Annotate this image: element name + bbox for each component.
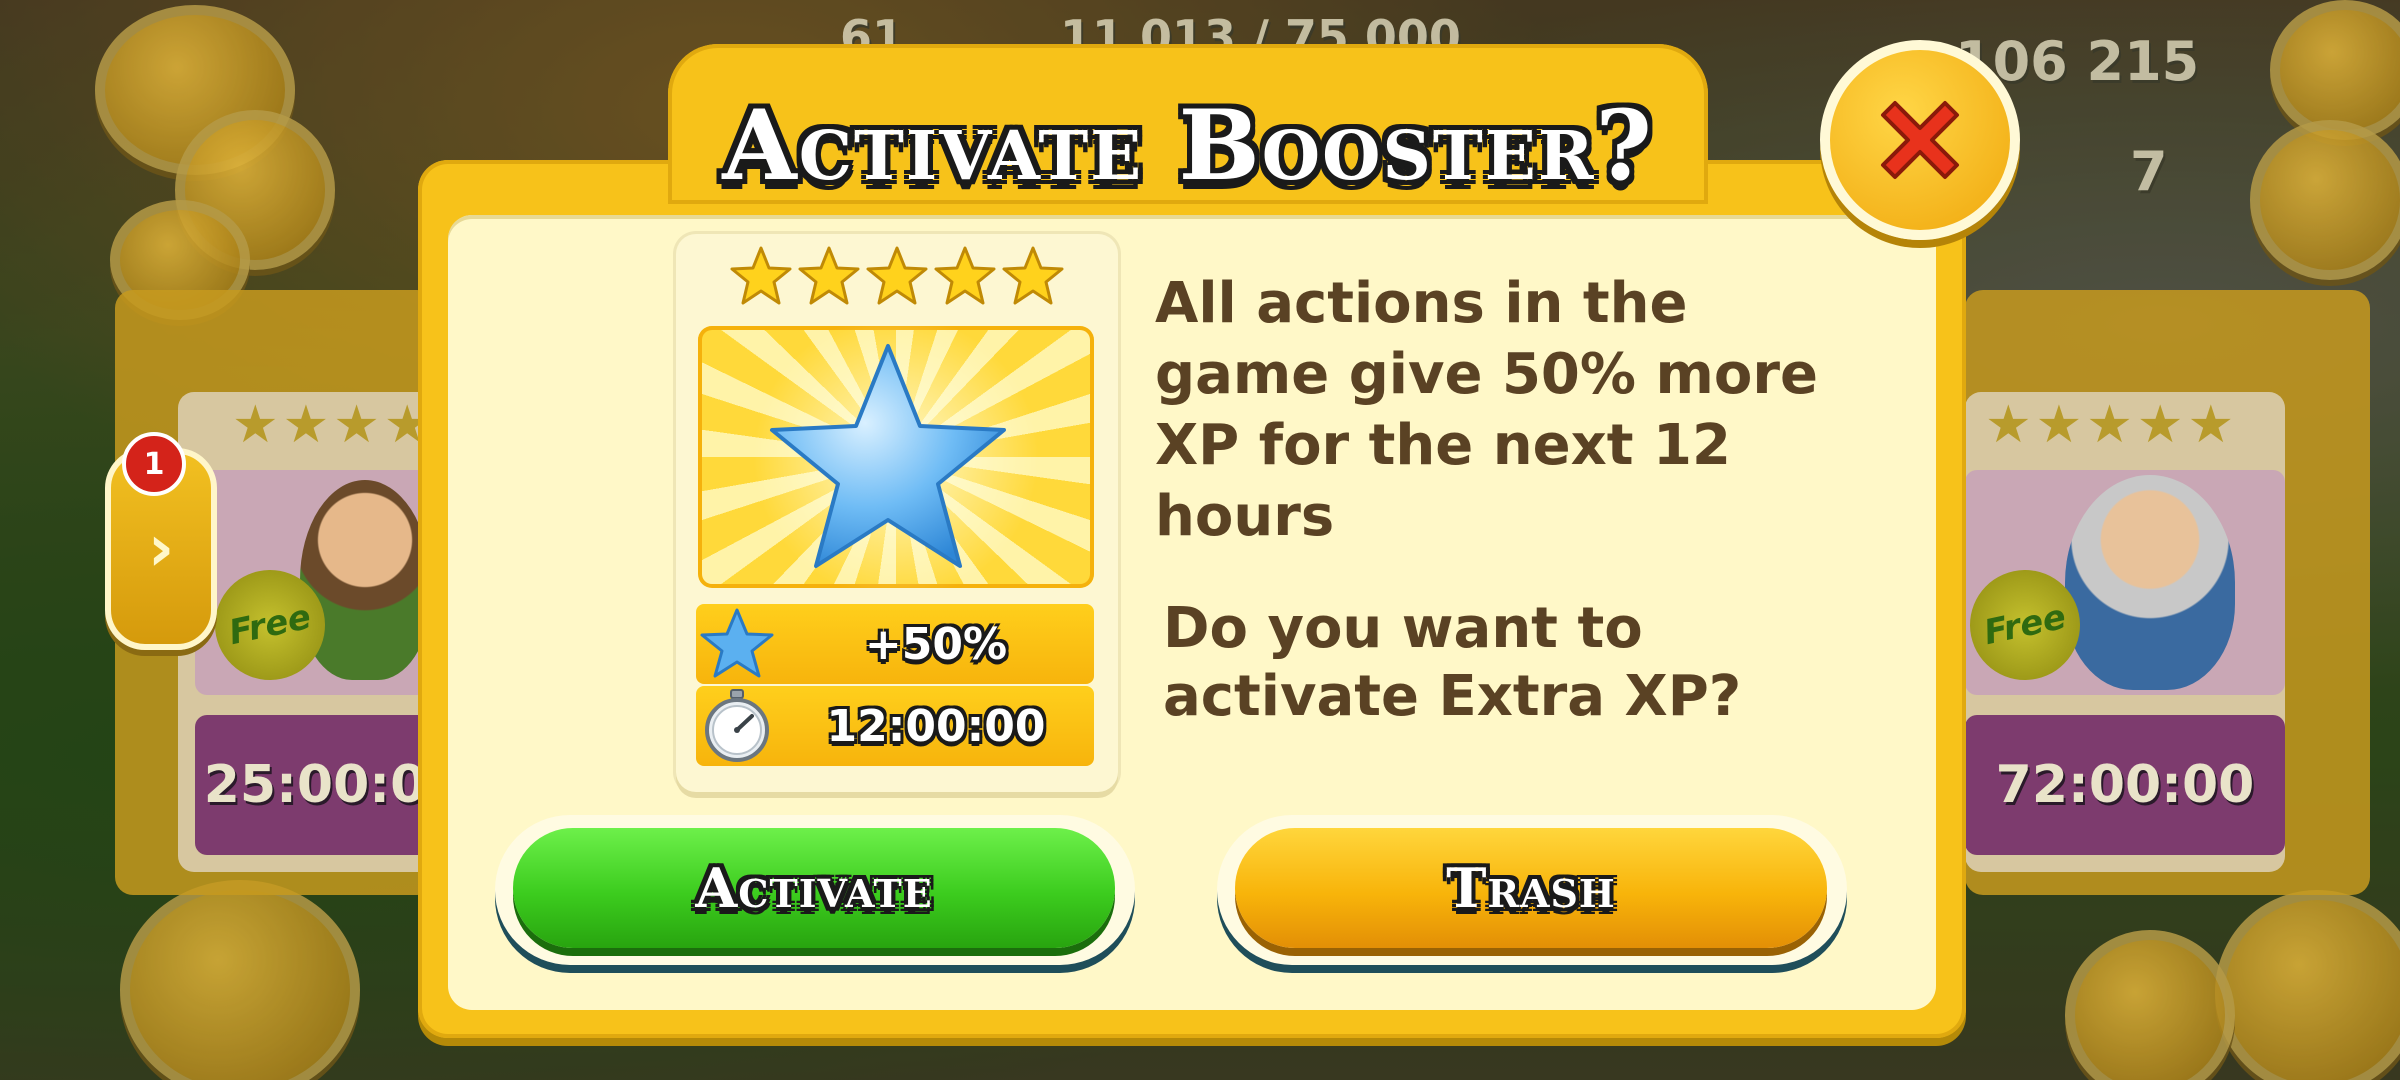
rating-star-icon <box>934 246 996 305</box>
booster-card-right-stars: ★★★★★ <box>1985 395 2239 455</box>
farmer-character <box>300 480 430 680</box>
rating-star-icon <box>1002 246 1064 305</box>
rating-star-icon <box>798 246 860 305</box>
booster-art <box>698 326 1094 588</box>
booster-timer-right: 72:00:00 <box>1965 715 2285 855</box>
booster-card: +50% 12:00:00 <box>676 234 1118 792</box>
bonus-row: +50% <box>696 604 1094 684</box>
stopwatch-icon-box <box>696 686 778 766</box>
dialog-title: Activate Booster? <box>722 88 1654 202</box>
close-x-icon <box>1881 101 1959 179</box>
bonus-icon-box <box>696 604 778 684</box>
star-rating <box>676 244 1118 324</box>
duration-value: 12:00:00 <box>826 700 1046 752</box>
activation-question: Do you want to activate Extra XP? <box>1163 596 1742 729</box>
booster-description: All actions in the game give 50% more XP… <box>1155 271 1818 549</box>
booster-timer-left: 25:00:0 <box>195 715 435 855</box>
activate-button[interactable]: Activate <box>513 828 1115 948</box>
blue-star-icon <box>770 344 1006 568</box>
bonus-value: +50% <box>864 618 1008 670</box>
stopwatch-icon <box>705 689 769 762</box>
close-button[interactable] <box>1820 40 2020 240</box>
notification-badge: 1 <box>122 432 186 496</box>
trash-button[interactable]: Trash <box>1235 828 1827 948</box>
chevron-right-icon: › <box>147 512 175 586</box>
diamonds-counter: 7 <box>2130 140 2168 203</box>
rating-star-icon <box>866 246 928 305</box>
close-panel-button-bg[interactable] <box>2250 120 2400 280</box>
rating-star-icon <box>730 246 792 305</box>
blue-star-icon <box>700 608 774 678</box>
booster-card-left-stars: ★★★★ <box>232 395 435 455</box>
duration-row: 12:00:00 <box>696 686 1094 766</box>
grandma-character <box>2065 475 2235 690</box>
